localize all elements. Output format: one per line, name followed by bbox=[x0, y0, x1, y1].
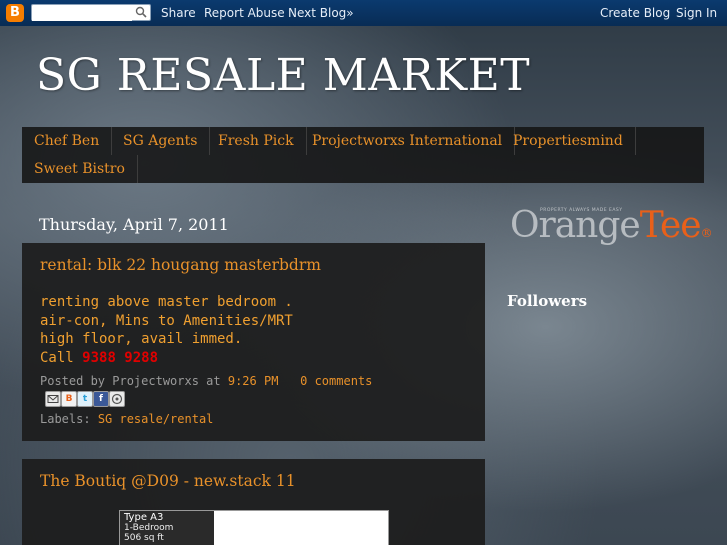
post: rental: blk 22 hougang masterbdrm rentin… bbox=[22, 243, 485, 441]
post-body: renting above master bedroom . air-con, … bbox=[40, 293, 293, 367]
logo-registered-mark: ® bbox=[700, 226, 713, 240]
comments-link[interactable]: 0 comments bbox=[300, 374, 372, 388]
post-image-floorplan[interactable]: Type A3 1-Bedroom 506 sq ft bbox=[119, 510, 389, 545]
followers-heading: Followers bbox=[507, 292, 588, 310]
blogger-logo-icon[interactable]: B bbox=[6, 4, 24, 22]
call-label: Call bbox=[40, 349, 83, 366]
phone-number: 9388 9288 bbox=[82, 349, 159, 366]
label-link[interactable]: SG resale/rental bbox=[98, 412, 214, 426]
tab-propertiesmind[interactable]: Propertiesmind bbox=[501, 127, 636, 155]
sign-in-link[interactable]: Sign In bbox=[676, 6, 717, 20]
email-icon[interactable] bbox=[45, 391, 61, 407]
floorplan-line: 506 sq ft bbox=[124, 533, 164, 543]
post-title[interactable]: The Boutiq @D09 - new.stack 11 bbox=[40, 472, 296, 490]
post-footer: Posted by Projectworxs at 9:26 PM 0 comm… bbox=[40, 374, 372, 388]
date-header: Thursday, April 7, 2011 bbox=[39, 215, 229, 234]
labels-label: Labels: bbox=[40, 412, 91, 426]
floorplan-line: 1-Bedroom bbox=[124, 523, 174, 533]
post-body-line: renting above master bedroom . bbox=[40, 294, 293, 310]
blog-title[interactable]: SG RESALE MARKET bbox=[36, 50, 530, 101]
tab-fresh-pick[interactable]: Fresh Pick bbox=[206, 127, 307, 155]
tab-projectworxs-international[interactable]: Projectworxs International bbox=[300, 127, 516, 155]
post-timestamp-link[interactable]: 9:26 PM bbox=[228, 374, 279, 388]
next-blog-link[interactable]: Next Blog» bbox=[288, 6, 354, 20]
page-tabs: Chef Ben SG Agents Fresh Pick Projectwor… bbox=[22, 127, 704, 183]
search-input[interactable] bbox=[32, 5, 132, 21]
buzz-icon[interactable] bbox=[109, 391, 125, 407]
create-blog-link[interactable]: Create Blog bbox=[600, 6, 670, 20]
search-icon[interactable] bbox=[135, 6, 147, 18]
tab-chef-ben[interactable]: Chef Ben bbox=[22, 127, 113, 155]
share-link[interactable]: Share bbox=[161, 6, 196, 20]
post-body-line: air-con, Mins to Amenities/MRT bbox=[40, 312, 293, 329]
tab-sg-agents[interactable]: SG Agents bbox=[111, 127, 211, 155]
post-call-line: Call 9388 9288 bbox=[40, 349, 293, 368]
post-title[interactable]: rental: blk 22 hougang masterbdrm bbox=[40, 256, 321, 274]
facebook-icon[interactable]: f bbox=[93, 391, 109, 407]
blogthis-icon[interactable]: B bbox=[61, 391, 77, 407]
twitter-icon[interactable]: t bbox=[77, 391, 93, 407]
logo-tagline: PROPERTY ALWAYS MADE EASY bbox=[540, 208, 623, 213]
floorplan-caption: Type A3 1-Bedroom 506 sq ft bbox=[120, 511, 214, 545]
search-box bbox=[31, 4, 151, 21]
orangetee-logo[interactable]: PROPERTY ALWAYS MADE EASY OrangeTee® bbox=[510, 205, 715, 255]
floorplan-type-label: Type A3 bbox=[124, 512, 164, 523]
logo-word-tee: Tee bbox=[639, 205, 702, 246]
tab-sweet-bistro[interactable]: Sweet Bistro bbox=[22, 155, 138, 183]
post-body-line: high floor, avail immed. bbox=[40, 331, 243, 347]
post-labels: Labels: SG resale/rental bbox=[40, 412, 213, 426]
posted-by-label: Posted by Projectworxs at bbox=[40, 374, 221, 388]
post: The Boutiq @D09 - new.stack 11 Type A3 1… bbox=[22, 459, 485, 545]
blogger-navbar: B Share Report Abuse Next Blog» Create B… bbox=[0, 0, 727, 26]
report-abuse-link[interactable]: Report Abuse bbox=[204, 6, 285, 20]
